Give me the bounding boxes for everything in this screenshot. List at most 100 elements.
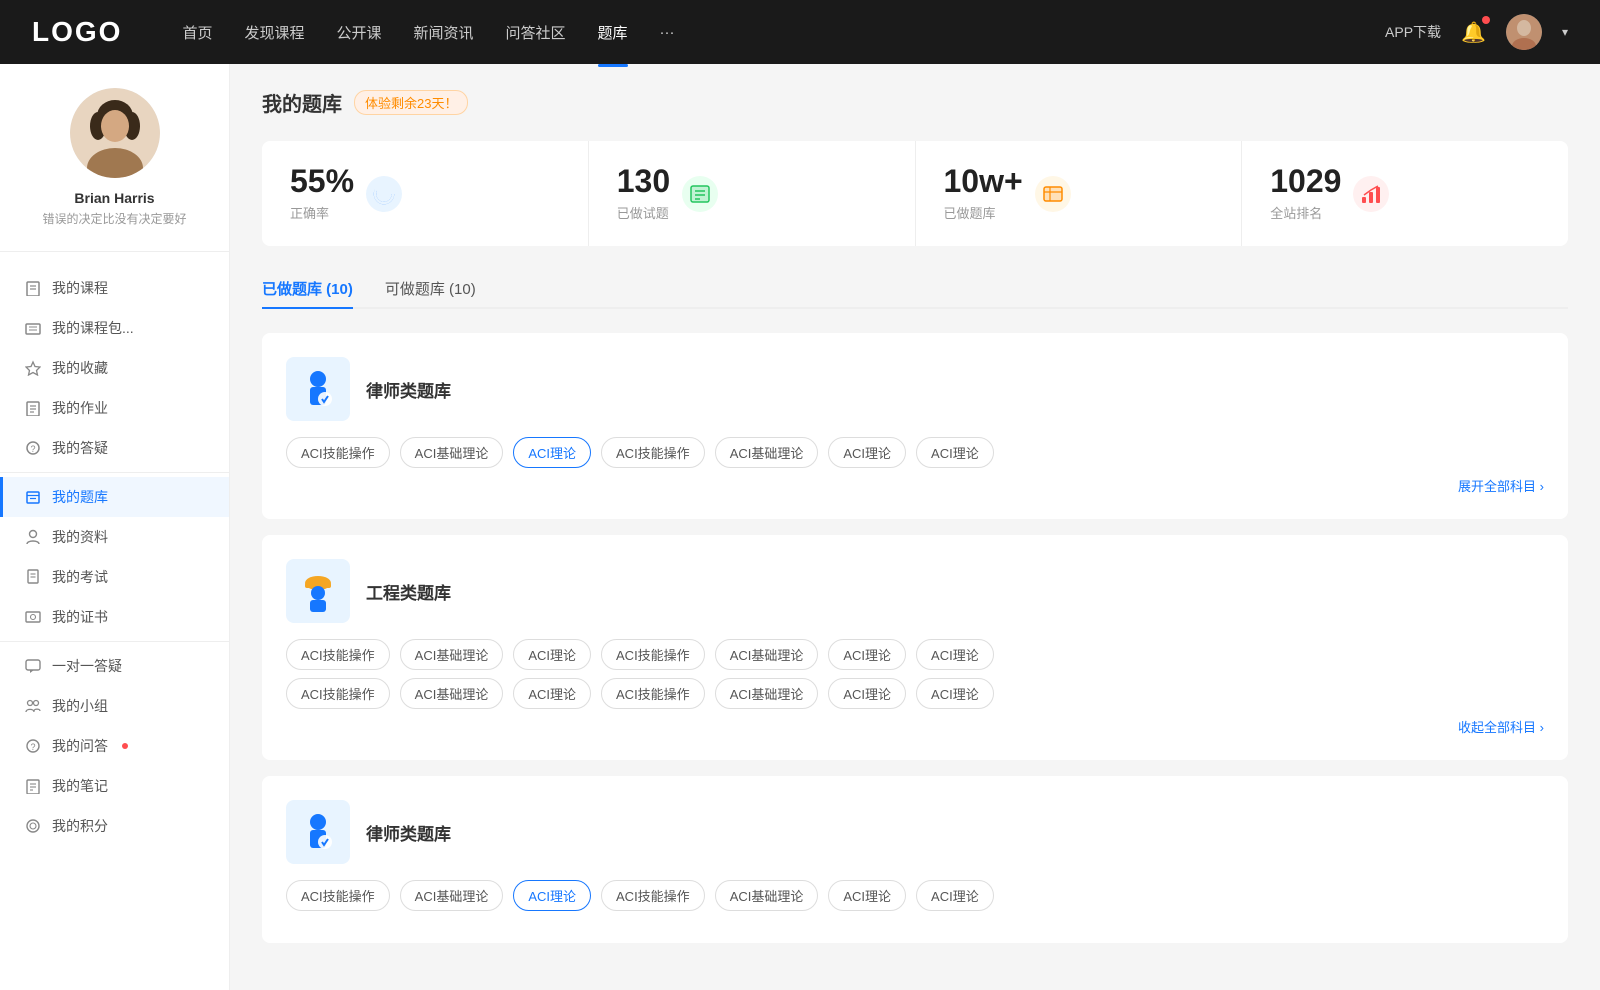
avatar xyxy=(70,88,160,178)
subject-tag[interactable]: ACI理论 xyxy=(828,437,906,468)
subject-tag[interactable]: ACI基础理论 xyxy=(400,639,504,670)
subject-tag[interactable]: ACI理论 xyxy=(513,437,591,468)
subject-tag[interactable]: ACI理论 xyxy=(513,639,591,670)
stat-text: 1029 全站排名 xyxy=(1270,165,1341,222)
subject-tag[interactable]: ACI技能操作 xyxy=(286,678,390,709)
subject-tag[interactable]: ACI理论 xyxy=(916,880,994,911)
subjects-row-1: ACI技能操作 ACI基础理论 ACI理论 ACI技能操作 ACI基础理论 AC… xyxy=(286,639,1544,670)
nav-news[interactable]: 新闻资讯 xyxy=(414,18,474,47)
profile-icon xyxy=(24,528,42,546)
subject-tag[interactable]: ACI技能操作 xyxy=(286,880,390,911)
sidebar-item-exam[interactable]: 我的考试 xyxy=(0,557,229,597)
divider xyxy=(0,641,229,642)
sidebar: Brian Harris 错误的决定比没有决定要好 我的课程 我的课程包... xyxy=(0,64,230,990)
sidebar-label: 我的小组 xyxy=(52,696,108,716)
subject-tag[interactable]: ACI基础理论 xyxy=(715,639,819,670)
sidebar-label: 我的课程 xyxy=(52,278,108,298)
sidebar-label: 我的课程包... xyxy=(52,318,134,338)
sidebar-label: 我的证书 xyxy=(52,607,108,627)
qbank-icon xyxy=(286,800,350,864)
subject-tag[interactable]: ACI理论 xyxy=(828,880,906,911)
qbank-card-engineer: 工程类题库 ACI技能操作 ACI基础理论 ACI理论 ACI技能操作 ACI基… xyxy=(262,535,1568,760)
nav-more[interactable]: ··· xyxy=(660,20,675,45)
stat-done-questions: 130 已做试题 xyxy=(589,141,916,246)
stat-text: 130 已做试题 xyxy=(617,165,670,222)
subject-tag[interactable]: ACI理论 xyxy=(916,678,994,709)
sidebar-item-questions[interactable]: ? 我的答疑 xyxy=(0,428,229,468)
subject-tag[interactable]: ACI理论 xyxy=(513,678,591,709)
chat-icon xyxy=(24,657,42,675)
tab-done-banks[interactable]: 已做题库 (10) xyxy=(262,270,353,307)
notification-bell[interactable]: 🔔 xyxy=(1461,20,1486,45)
nav-question-bank[interactable]: 题库 xyxy=(598,18,628,47)
stat-label: 已做题库 xyxy=(944,203,1023,222)
sidebar-label: 我的题库 xyxy=(52,487,108,507)
subject-tag[interactable]: ACI基础理论 xyxy=(715,678,819,709)
subject-tag[interactable]: ACI基础理论 xyxy=(400,437,504,468)
subjects-row: ACI技能操作 ACI基础理论 ACI理论 ACI技能操作 ACI基础理论 AC… xyxy=(286,437,1544,468)
subject-tag[interactable]: ACI基础理论 xyxy=(715,880,819,911)
nav-open-course[interactable]: 公开课 xyxy=(336,18,381,47)
user-menu-chevron[interactable]: ▾ xyxy=(1562,25,1568,39)
nav-qa[interactable]: 问答社区 xyxy=(506,18,566,47)
sidebar-label: 我的收藏 xyxy=(52,358,108,378)
sidebar-item-question-bank[interactable]: 我的题库 xyxy=(0,477,229,517)
certificate-icon xyxy=(24,608,42,626)
collapse-link[interactable]: 收起全部科目 › xyxy=(286,717,1544,736)
app-download-link[interactable]: APP下载 xyxy=(1385,22,1441,42)
sidebar-item-profile[interactable]: 我的资料 xyxy=(0,517,229,557)
notes-icon xyxy=(24,777,42,795)
subject-tag[interactable]: ACI理论 xyxy=(513,880,591,911)
sidebar-item-notes[interactable]: 我的笔记 xyxy=(0,766,229,806)
subject-tag[interactable]: ACI技能操作 xyxy=(601,678,705,709)
sidebar-item-group[interactable]: 我的小组 xyxy=(0,686,229,726)
divider xyxy=(0,472,229,473)
sidebar-label: 我的笔记 xyxy=(52,776,108,796)
subject-tag[interactable]: ACI基础理论 xyxy=(400,880,504,911)
tab-available-banks[interactable]: 可做题库 (10) xyxy=(385,270,476,307)
qbank-title: 工程类题库 xyxy=(366,579,451,604)
expand-link[interactable]: 展开全部科目 › xyxy=(286,476,1544,495)
sidebar-label: 我的答疑 xyxy=(52,438,108,458)
subject-tag[interactable]: ACI技能操作 xyxy=(286,437,390,468)
exam-icon xyxy=(24,568,42,586)
main-layout: Brian Harris 错误的决定比没有决定要好 我的课程 我的课程包... xyxy=(0,64,1600,990)
subject-tag[interactable]: ACI基础理论 xyxy=(715,437,819,468)
subject-tag[interactable]: ACI基础理论 xyxy=(400,678,504,709)
sidebar-item-my-course[interactable]: 我的课程 xyxy=(0,268,229,308)
nav-home[interactable]: 首页 xyxy=(182,18,212,47)
trial-badge: 体验剩余23天！ xyxy=(354,90,468,115)
nav-links: 首页 发现课程 公开课 新闻资讯 问答社区 题库 ··· xyxy=(182,18,1345,47)
subject-tag[interactable]: ACI理论 xyxy=(828,639,906,670)
sidebar-item-points[interactable]: 我的积分 xyxy=(0,806,229,846)
sidebar-label: 一对一答疑 xyxy=(52,656,122,676)
accuracy-icon xyxy=(366,176,402,212)
banks-icon xyxy=(1035,176,1071,212)
sidebar-motto: 错误的决定比没有决定要好 xyxy=(42,210,186,227)
qbank-title: 律师类题库 xyxy=(366,820,451,845)
qbank-icon xyxy=(286,559,350,623)
sidebar-menu: 我的课程 我的课程包... 我的收藏 我的作业 xyxy=(0,260,229,854)
subject-tag[interactable]: ACI技能操作 xyxy=(601,880,705,911)
sidebar-item-course-package[interactable]: 我的课程包... xyxy=(0,308,229,348)
sidebar-label: 我的考试 xyxy=(52,567,108,587)
stat-value: 130 xyxy=(617,165,670,197)
subject-tag[interactable]: ACI理论 xyxy=(828,678,906,709)
sidebar-item-certificate[interactable]: 我的证书 xyxy=(0,597,229,637)
sidebar-item-one-on-one[interactable]: 一对一答疑 xyxy=(0,646,229,686)
subject-tag[interactable]: ACI技能操作 xyxy=(601,437,705,468)
qa-notification-dot xyxy=(122,743,128,749)
subject-tag[interactable]: ACI技能操作 xyxy=(286,639,390,670)
stat-text: 10w+ 已做题库 xyxy=(944,165,1023,222)
user-avatar-nav[interactable] xyxy=(1506,14,1542,50)
stat-accuracy: 55% 正确率 xyxy=(262,141,589,246)
sidebar-item-homework[interactable]: 我的作业 xyxy=(0,388,229,428)
stat-label: 已做试题 xyxy=(617,203,670,222)
subject-tag[interactable]: ACI理论 xyxy=(916,437,994,468)
sidebar-item-my-qa[interactable]: ? 我的问答 xyxy=(0,726,229,766)
qa-icon: ? xyxy=(24,737,42,755)
nav-discover[interactable]: 发现课程 xyxy=(244,18,304,47)
subject-tag[interactable]: ACI理论 xyxy=(916,639,994,670)
sidebar-item-favorites[interactable]: 我的收藏 xyxy=(0,348,229,388)
subject-tag[interactable]: ACI技能操作 xyxy=(601,639,705,670)
